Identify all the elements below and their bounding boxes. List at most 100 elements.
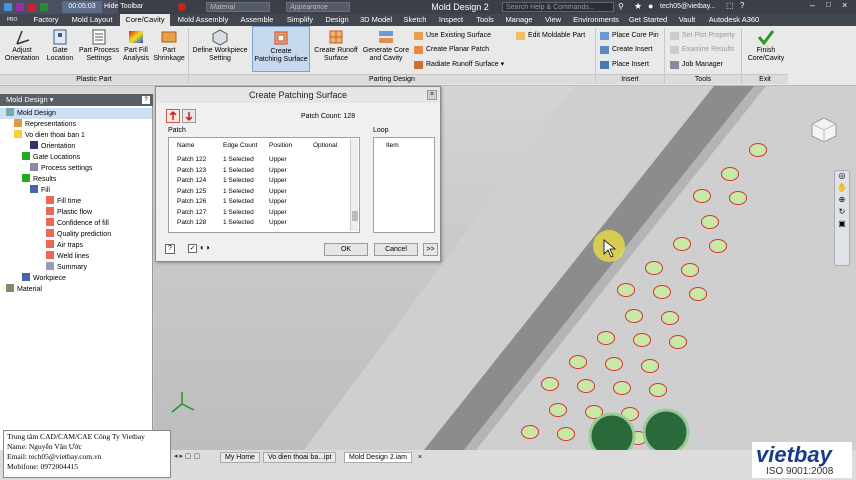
patch-table-scrollbar[interactable] <box>350 139 358 231</box>
appearance-combo[interactable]: Appearance <box>286 2 350 12</box>
part-fill-analysis-button[interactable]: Part Fill Analysis <box>122 26 150 72</box>
hide-toolbar-button[interactable]: Hide Toolbar <box>104 1 162 13</box>
create-insert-button[interactable]: Create Insert <box>598 44 662 56</box>
column-header-edge-count[interactable]: Edge Count <box>223 141 257 152</box>
job-manager-button[interactable]: Job Manager <box>668 59 740 71</box>
help-icon[interactable]: ? <box>740 1 744 10</box>
table-row[interactable]: Patch 126 1 Selected Upper <box>169 197 349 208</box>
color-icon[interactable] <box>178 3 186 11</box>
browser-node[interactable]: Workpiece <box>0 273 152 284</box>
tab-view[interactable]: View <box>540 14 566 26</box>
browser-node[interactable]: Representations <box>0 119 152 130</box>
tab-sketch[interactable]: Sketch <box>400 14 430 26</box>
navigation-bar[interactable]: ◎ ✋ ⊕ ↻ ▣ <box>834 170 850 266</box>
more-button[interactable]: >> <box>423 243 438 256</box>
minimize-icon[interactable]: – <box>810 0 815 10</box>
tab-assemble[interactable]: Assemble <box>236 14 278 26</box>
use-existing-surface-button[interactable]: Use Existing Surface <box>412 30 512 42</box>
scrollbar-thumb[interactable] <box>352 211 358 221</box>
gate-location-button[interactable]: Gate Location <box>44 26 76 72</box>
pause-icon[interactable] <box>40 3 48 11</box>
tab-core-cavity[interactable]: Core/Cavity <box>120 14 170 26</box>
record-icon[interactable] <box>16 3 24 11</box>
select-upper-icon[interactable] <box>166 109 180 123</box>
browser-node[interactable]: Mold Design <box>0 108 152 119</box>
browser-node[interactable]: Gate Locations <box>0 152 152 163</box>
table-row[interactable]: Patch 125 1 Selected Upper <box>169 187 349 198</box>
browser-help-icon[interactable]: ? <box>142 96 150 104</box>
table-row[interactable]: Patch 127 1 Selected Upper <box>169 208 349 219</box>
browser-header[interactable]: Mold Design ▾ <box>0 94 153 106</box>
tab-inspect[interactable]: Inspect <box>434 14 468 26</box>
orbit-icon[interactable]: ↻ <box>835 207 849 219</box>
tab-autodesk-a360[interactable]: Autodesk A360 <box>704 14 764 26</box>
radiate-runoff-surface-button[interactable]: Radiate Runoff Surface ▾ <box>412 59 512 71</box>
tab-pro[interactable]: PRO <box>2 14 22 26</box>
stop-icon[interactable] <box>28 3 36 11</box>
column-header-optional[interactable]: Optional <box>313 141 337 152</box>
star-icon[interactable]: ★ <box>634 1 642 12</box>
browser-node[interactable]: Plastic flow <box>0 207 152 218</box>
create-patching-surface-button[interactable]: Create Patching Surface <box>252 26 310 72</box>
preview-checkbox[interactable]: ✓ <box>188 244 197 253</box>
browser-node[interactable]: Summary <box>0 262 152 273</box>
tab-get-started[interactable]: Get Started <box>626 14 670 26</box>
material-combo[interactable]: Material <box>206 2 270 12</box>
table-row[interactable]: Patch 123 1 Selected Upper <box>169 166 349 177</box>
tab-mold-assembly[interactable]: Mold Assembly <box>174 14 232 26</box>
tab-vault[interactable]: Vault <box>674 14 700 26</box>
tab-factory[interactable]: Factory <box>28 14 64 26</box>
browser-node[interactable]: Vo dien thoai ban 1 <box>0 130 152 141</box>
app-icon[interactable] <box>4 3 12 11</box>
maximize-icon[interactable]: □ <box>826 0 831 9</box>
user-icon[interactable]: ● <box>648 1 653 11</box>
browser-node[interactable]: Weld lines <box>0 251 152 262</box>
doc-tab-my-home[interactable]: My Home <box>220 452 260 463</box>
user-account[interactable]: tech05@vietbay... <box>660 0 720 14</box>
tab-environments[interactable]: Environments <box>570 14 622 26</box>
select-lower-icon[interactable] <box>182 109 196 123</box>
browser-node[interactable]: Confidence of fill <box>0 218 152 229</box>
patch-table[interactable]: Name Edge Count Position Optional Patch … <box>168 137 360 233</box>
cart-icon[interactable]: ⬚ <box>726 1 734 10</box>
generate-core-cavity-button[interactable]: Generate Core and Cavity <box>362 26 410 72</box>
doc-tab-mold-design[interactable]: Mold Design 2.iam <box>344 452 412 463</box>
tab-tools[interactable]: Tools <box>472 14 498 26</box>
loop-list[interactable]: Item <box>373 137 435 233</box>
part-shrinkage-button[interactable]: Part Shrinkage <box>152 26 186 72</box>
browser-node[interactable]: Process settings <box>0 163 152 174</box>
search-icon[interactable]: ⚲ <box>618 2 628 12</box>
part-process-settings-button[interactable]: Part Process Settings <box>78 26 120 72</box>
zoom-icon[interactable]: ⊕ <box>835 195 849 207</box>
browser-node[interactable]: Quality prediction <box>0 229 152 240</box>
tab-simplify[interactable]: Simplify <box>282 14 318 26</box>
browser-node[interactable]: Fill <box>0 185 152 196</box>
browser-node[interactable]: Orientation <box>0 141 152 152</box>
cancel-button[interactable]: Cancel <box>374 243 418 256</box>
browser-node[interactable]: Material <box>0 284 152 295</box>
tab-design[interactable]: Design <box>322 14 352 26</box>
doc-tab-part[interactable]: Vo dien thoai ba...ipt <box>263 452 337 463</box>
edit-moldable-part-button[interactable]: Edit Moldable Part <box>514 30 596 42</box>
dialog-close-button[interactable]: × <box>427 90 437 100</box>
fullnav-wheel-icon[interactable]: ◎ <box>835 171 849 183</box>
column-header-position[interactable]: Position <box>269 141 292 152</box>
table-row[interactable]: Patch 124 1 Selected Upper <box>169 176 349 187</box>
viewcube-icon[interactable] <box>806 112 840 146</box>
place-insert-button[interactable]: Place Insert <box>598 59 662 71</box>
browser-node[interactable]: Results <box>0 174 152 185</box>
finish-core-cavity-button[interactable]: Finish Core/Cavity <box>744 26 788 72</box>
create-planar-patch-button[interactable]: Create Planar Patch <box>412 44 512 56</box>
pan-icon[interactable]: ✋ <box>835 183 849 195</box>
column-header-name[interactable]: Name <box>177 141 194 152</box>
ok-button[interactable]: OK <box>324 243 368 256</box>
set-plot-property-button[interactable]: Set Plot Property <box>668 30 740 42</box>
look-at-icon[interactable]: ▣ <box>835 219 849 231</box>
tab-3d-model[interactable]: 3D Model <box>356 14 396 26</box>
table-row[interactable]: Patch 128 1 Selected Upper <box>169 218 349 229</box>
browser-node[interactable]: Air traps <box>0 240 152 251</box>
define-workpiece-button[interactable]: Define Workpiece Setting <box>190 26 250 72</box>
column-header-item[interactable]: Item <box>386 141 399 152</box>
examine-results-button[interactable]: Examine Results <box>668 44 740 56</box>
table-row[interactable]: Patch 122 1 Selected Upper <box>169 155 349 166</box>
